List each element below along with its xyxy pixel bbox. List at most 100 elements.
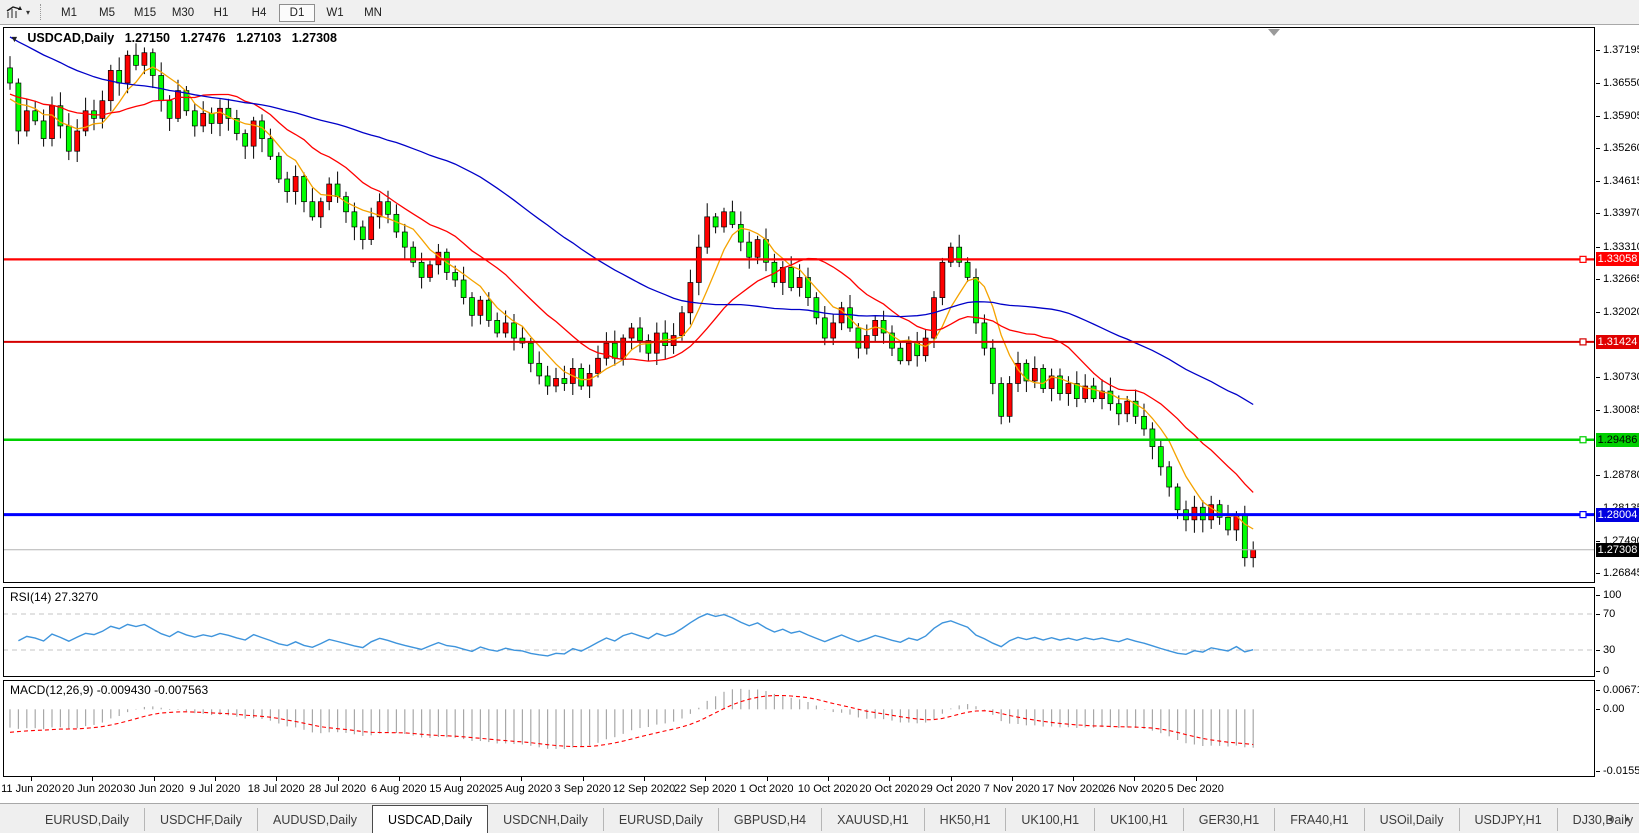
price-tick-label: 1.35260: [1603, 142, 1639, 154]
date-tick-mark: [338, 777, 339, 781]
chart-tab-uk100-h1[interactable]: UK100,H1: [1094, 808, 1183, 831]
macd-header: MACD(12,26,9) -0.009430 -0.007563: [10, 683, 208, 697]
price-tick-mark: [1596, 148, 1600, 149]
timeframe-button-w1[interactable]: W1: [317, 4, 353, 22]
date-label: 15 Aug 2020: [429, 783, 491, 795]
price-axis[interactable]: 1.37195 1.36550 1.35905 1.35260 1.34615 1.339…: [1596, 27, 1639, 777]
date-tick-mark: [1196, 777, 1197, 781]
chart-tab-audusd-daily[interactable]: AUDUSD,Daily: [257, 808, 372, 831]
chart-tab-xauusd-h1[interactable]: XAUUSD,H1: [821, 808, 924, 831]
title-collapse-icon[interactable]: ▼: [10, 34, 19, 44]
chart-tab-ger30-h1[interactable]: GER30,H1: [1183, 808, 1274, 831]
price-tick-mark: [1596, 410, 1600, 411]
chart-tab-usdjpy-h1[interactable]: USDJPY,H1: [1459, 808, 1557, 831]
chart-tab-usoil-daily[interactable]: USOil,Daily: [1364, 808, 1459, 831]
chart-tab-eurusd-daily[interactable]: EURUSD,Daily: [603, 808, 718, 831]
current-price-badge: 1.27308: [1596, 543, 1639, 557]
ohlc-high: 1.27476: [180, 31, 225, 45]
date-label: 12 Sep 2020: [613, 783, 675, 795]
macd-indicator-chart[interactable]: [3, 680, 1595, 777]
timeframe-button-h4[interactable]: H4: [241, 4, 277, 22]
date-label: 18 Jul 2020: [248, 783, 305, 795]
macd-tick-mark: [1596, 771, 1600, 772]
price-tick-mark: [1596, 475, 1600, 476]
candlestick-chart[interactable]: [3, 27, 1595, 583]
chart-tool-group[interactable]: ▾: [0, 4, 30, 20]
macd-histogram-layer: [10, 689, 1253, 749]
date-tick-mark: [644, 777, 645, 781]
date-label: 29 Oct 2020: [921, 783, 981, 795]
date-label: 17 Nov 2020: [1042, 783, 1104, 795]
chart-cursor-icon[interactable]: [5, 4, 23, 20]
date-tick-mark: [31, 777, 32, 781]
macd-tick-label: 0.00: [1603, 703, 1624, 715]
price-tick-mark: [1596, 377, 1600, 378]
rsi-tick-label: 30: [1603, 644, 1615, 656]
date-axis[interactable]: 11 Jun 202020 Jun 202030 Jun 20209 Jul 2…: [0, 777, 1639, 801]
chart-tab-gbpusd-h4[interactable]: GBPUSD,H4: [718, 808, 821, 831]
price-tick-mark: [1596, 312, 1600, 313]
tab-scroll-left-icon[interactable]: ◂: [1607, 814, 1612, 825]
price-tick-label: 1.33970: [1603, 207, 1639, 219]
timeframe-button-d1[interactable]: D1: [279, 4, 315, 22]
chart-tab-usdcnh-daily[interactable]: USDCNH,Daily: [488, 808, 603, 831]
date-tick-mark: [154, 777, 155, 781]
date-label: 11 Jun 2020: [1, 783, 61, 795]
price-tick-label: 1.34615: [1603, 175, 1639, 187]
price-tick-label: 1.26845: [1603, 567, 1639, 579]
chart-tab-eurusd-daily[interactable]: EURUSD,Daily: [30, 808, 144, 831]
tab-scroll-arrows: ◂ ▸: [1602, 814, 1635, 825]
price-tick-mark: [1596, 541, 1600, 542]
price-tick-label: 1.30730: [1603, 371, 1639, 383]
ohlc-close: 1.27308: [292, 31, 337, 45]
date-label: 10 Oct 2020: [798, 783, 858, 795]
level-price-badge: 1.29486: [1596, 433, 1639, 447]
date-label: 20 Oct 2020: [859, 783, 919, 795]
candles-layer: [8, 43, 1256, 567]
rsi-tick-label: 100: [1603, 589, 1621, 601]
timeframe-button-m1[interactable]: M1: [51, 4, 87, 22]
chart-tab-fra40-h1[interactable]: FRA40,H1: [1274, 808, 1363, 831]
date-label: 30 Jun 2020: [123, 783, 184, 795]
timeframe-button-m15[interactable]: M15: [127, 4, 163, 22]
symbol-period-label: USDCAD,Daily: [27, 31, 114, 45]
timeframe-button-mn[interactable]: MN: [355, 4, 391, 22]
date-label: 1 Oct 2020: [740, 783, 794, 795]
rsi-tick-mark: [1596, 614, 1600, 615]
price-tick-label: 1.36550: [1603, 77, 1639, 89]
rsi-header: RSI(14) 27.3270: [10, 590, 98, 604]
chart-shift-marker-icon[interactable]: [1268, 29, 1280, 36]
date-label: 6 Aug 2020: [371, 783, 427, 795]
tab-scroll-right-icon[interactable]: ▸: [1625, 814, 1630, 825]
macd-tick-mark: [1596, 709, 1600, 710]
date-label: 5 Dec 2020: [1168, 783, 1224, 795]
price-tick-label: 1.28780: [1603, 469, 1639, 481]
chart-tab-usdchf-daily[interactable]: USDCHF,Daily: [144, 808, 257, 831]
date-tick-mark: [460, 777, 461, 781]
chevron-down-icon[interactable]: ▾: [26, 8, 30, 17]
timeframe-button-h1[interactable]: H1: [203, 4, 239, 22]
chart-tab-usdcad-daily[interactable]: USDCAD,Daily: [372, 805, 488, 833]
date-label: 20 Jun 2020: [62, 783, 123, 795]
price-tick-label: 1.30085: [1603, 404, 1639, 416]
toolbar-grip: [40, 4, 42, 20]
timeframes-toolbar: ▾ M1M5M15M30H1H4D1W1MN: [0, 0, 1639, 25]
timeframe-button-m30[interactable]: M30: [165, 4, 201, 22]
date-tick-mark: [92, 777, 93, 781]
level-lines-layer: [3, 256, 1595, 549]
date-tick-mark: [521, 777, 522, 781]
price-tick-mark: [1596, 279, 1600, 280]
price-tick-mark: [1596, 181, 1600, 182]
level-price-badge: 1.28004: [1596, 508, 1639, 522]
price-tick-label: 1.33310: [1603, 241, 1639, 253]
rsi-indicator-chart[interactable]: [3, 587, 1595, 677]
price-tick-label: 1.37195: [1603, 44, 1639, 56]
macd-tick-label: -0.015502: [1603, 765, 1639, 777]
price-tick-label: 1.35905: [1603, 110, 1639, 122]
date-tick-mark: [583, 777, 584, 781]
price-tick-label: 1.32665: [1603, 273, 1639, 285]
timeframe-button-m5[interactable]: M5: [89, 4, 125, 22]
chart-title: ▼ USDCAD,Daily 1.27150 1.27476 1.27103 1…: [10, 31, 344, 45]
chart-tab-hk50-h1[interactable]: HK50,H1: [924, 808, 1006, 831]
chart-tab-uk100-h1[interactable]: UK100,H1: [1005, 808, 1094, 831]
